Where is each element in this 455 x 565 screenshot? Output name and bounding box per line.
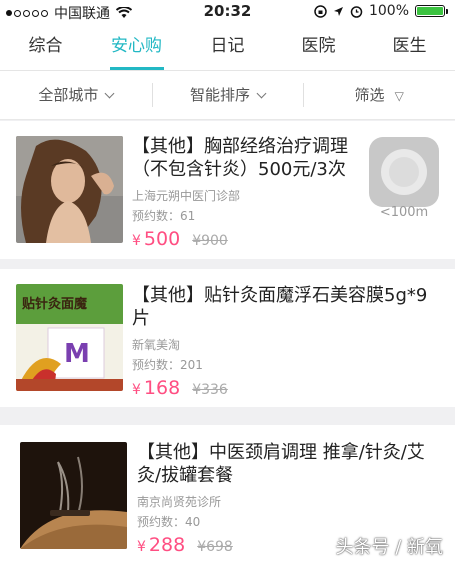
item-original-price: ¥900 — [192, 233, 228, 249]
item-price: ¥500 — [132, 228, 180, 250]
rotation-lock-icon — [314, 4, 327, 18]
screen-filter[interactable]: 筛选 ▽ — [303, 71, 455, 119]
product-image — [20, 442, 127, 549]
item-original-price: ¥698 — [197, 539, 233, 555]
product-image — [16, 136, 123, 243]
price-value: 500 — [143, 228, 181, 250]
tab-diary[interactable]: 日记 — [182, 24, 273, 70]
city-filter[interactable]: 全部城市 — [0, 71, 152, 119]
alarm-icon — [350, 5, 363, 18]
tab-doctor[interactable]: 医生 — [364, 24, 455, 70]
distance-label: <100m — [379, 205, 429, 220]
status-right: 100% — [314, 3, 448, 19]
chevron-down-icon — [104, 88, 115, 99]
status-bar: 中国联通 20:32 100% — [0, 0, 455, 24]
product-box-banner: 贴针灸面魔 — [22, 296, 87, 312]
item-original-price: ¥336 — [192, 382, 228, 398]
item-clinic: 南京尚贤苑诊所 — [137, 495, 222, 509]
item-clinic: 新氧美淘 — [132, 338, 181, 352]
sort-filter[interactable]: 智能排序 — [151, 71, 304, 119]
location-icon — [333, 6, 343, 16]
item-prices: ¥500 ¥900 — [132, 228, 360, 250]
item-booking-count: 预约数：201 — [132, 358, 203, 372]
currency-symbol: ¥ — [132, 233, 141, 249]
item-booking-count: 预约数：40 — [137, 515, 201, 529]
item-price: ¥288 — [137, 534, 185, 556]
price-value: 168 — [143, 377, 181, 399]
filter-bar: 全部城市 智能排序 筛选 ▽ — [0, 71, 455, 120]
item-booking-count: 预约数：61 — [132, 209, 196, 223]
product-box-logo: M — [64, 339, 90, 369]
battery-percent: 100% — [368, 3, 409, 19]
assistive-touch-button[interactable] — [369, 137, 439, 207]
currency-symbol: ¥ — [137, 539, 146, 555]
watermark: 头条号 / 新氧 — [335, 537, 443, 558]
tab-hospital[interactable]: 医院 — [273, 24, 364, 70]
item-price: ¥168 — [132, 377, 180, 399]
item-clinic: 上海元朔中医门诊部 — [132, 189, 241, 203]
item-prices: ¥168 ¥336 — [132, 377, 432, 399]
tab-safe-buy[interactable]: 安心购 — [91, 24, 182, 70]
tab-general[interactable]: 综合 — [0, 24, 91, 70]
sort-filter-label: 智能排序 — [190, 86, 251, 104]
list-item[interactable]: 贴针灸面魔 M 【其他】贴针灸面魔浮石美容膜5g*9片 新氧美淘 预约数：201… — [0, 269, 455, 407]
product-image: 贴针灸面魔 M — [16, 284, 123, 391]
item-title: 【其他】胸部经络治疗调理（不包含针炎）500元/3次 — [132, 136, 348, 180]
funnel-icon: ▽ — [394, 89, 404, 103]
battery-icon — [415, 5, 448, 17]
item-info: 【其他】贴针灸面魔浮石美容膜5g*9片 新氧美淘 预约数：201 ¥168 ¥3… — [132, 284, 432, 399]
screen-filter-label: 筛选 — [354, 86, 385, 104]
item-title: 【其他】中医颈肩调理 推拿/针灸/艾灸/拔罐套餐 — [137, 442, 425, 486]
item-info: 【其他】胸部经络治疗调理（不包含针炎）500元/3次 上海元朔中医门诊部 预约数… — [132, 135, 360, 250]
chevron-down-icon — [256, 88, 267, 99]
currency-symbol: ¥ — [132, 382, 141, 398]
category-tabs: 综合 安心购 日记 医院 医生 — [0, 24, 455, 71]
price-value: 288 — [148, 534, 186, 556]
item-title: 【其他】贴针灸面魔浮石美容膜5g*9片 — [132, 285, 428, 329]
city-filter-label: 全部城市 — [38, 86, 99, 104]
